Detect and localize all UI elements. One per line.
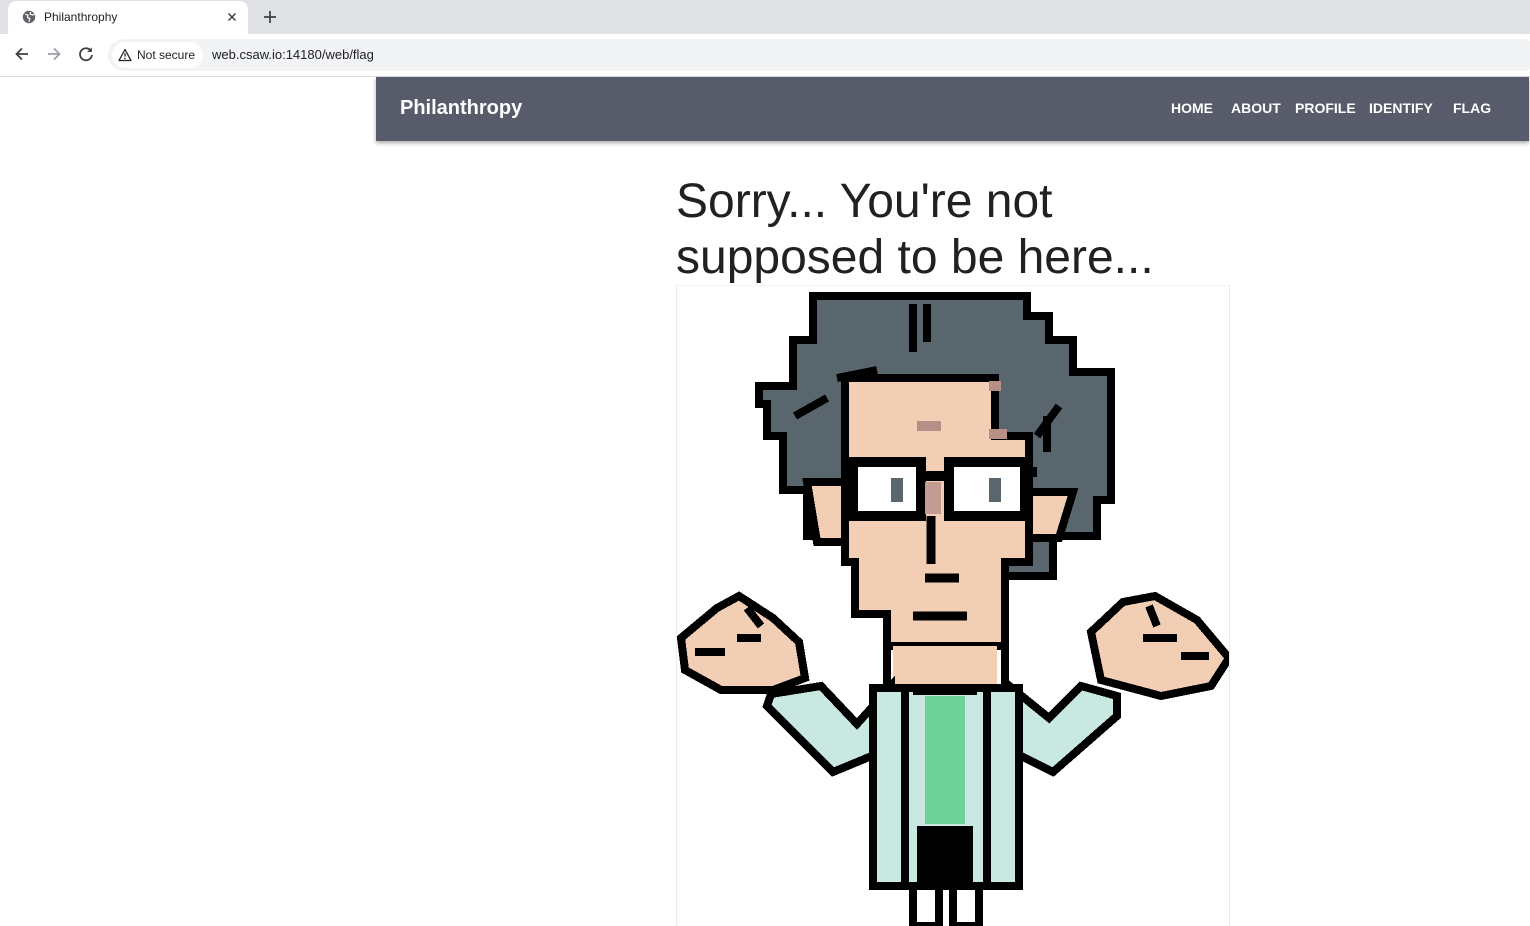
url-text[interactable]: web.csaw.io:14180/web/flag (212, 47, 374, 62)
security-indicator[interactable]: Not secure (112, 42, 204, 68)
globe-icon (22, 10, 36, 24)
site-brand[interactable]: Philanthropy (400, 97, 522, 120)
tab-title: Philanthrophy (44, 10, 118, 24)
plus-icon[interactable] (261, 8, 279, 26)
arrow-left-icon[interactable] (12, 44, 32, 64)
address-bar[interactable]: Not secure web.csaw.io:14180/web/flag (108, 39, 1530, 71)
pixel-shrug-illustration (677, 292, 1229, 926)
reload-icon[interactable] (76, 44, 96, 64)
browser-toolbar: Not secure web.csaw.io:14180/web/flag (0, 34, 1530, 77)
shrug-character-image (676, 285, 1230, 926)
arrow-right-icon[interactable] (44, 44, 64, 64)
nav-link-identify[interactable]: IDENTIFY (1369, 100, 1433, 116)
browser-tab[interactable]: Philanthrophy (8, 1, 248, 34)
security-label: Not secure (137, 48, 196, 62)
warning-triangle-icon (118, 48, 132, 62)
page-headline: Sorry... You're not supposed to be here.… (676, 175, 1154, 284)
nav-link-profile[interactable]: PROFILE (1295, 100, 1356, 116)
nav-link-home[interactable]: HOME (1171, 100, 1213, 116)
browser-tab-strip: Philanthrophy (0, 0, 1530, 34)
nav-link-about[interactable]: ABOUT (1231, 100, 1281, 116)
site-navbar: Philanthropy HOME ABOUT PROFILE IDENTIFY… (376, 77, 1529, 141)
nav-link-flag[interactable]: FLAG (1453, 100, 1491, 116)
close-icon[interactable] (224, 9, 240, 25)
